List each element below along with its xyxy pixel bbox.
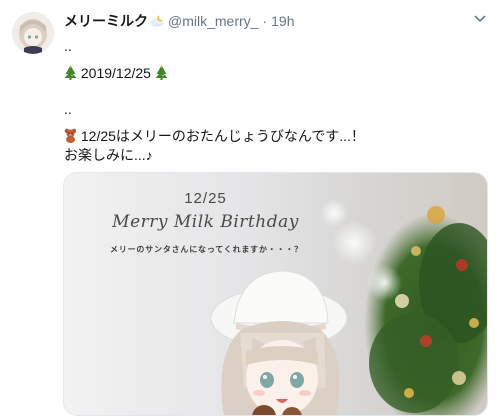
user-handle[interactable]: @milk_merry_ <box>168 13 258 29</box>
date-text: 2019/12/25 <box>80 65 151 81</box>
teddy-bear-icon <box>64 128 77 143</box>
tweet-line-5: お楽しみに...♪ <box>64 147 153 163</box>
card-date: 12/25 <box>184 190 227 207</box>
avatar[interactable] <box>12 12 54 54</box>
tweet-line-4: 12/25はメリーのおたんじょうびなんです...！ <box>64 127 365 145</box>
media-image[interactable]: 12/25 Merry Milk Birthday メリーのサンタさんになってく… <box>63 172 488 416</box>
tweet-line-3: .. <box>64 101 72 117</box>
tweet-header: メリーミルク @milk_merry_ · 19h <box>64 10 294 32</box>
card-subtitle: メリーのサンタさんになってくれますか・・・？ <box>110 245 303 254</box>
announcement-text: 12/25はメリーのおたんじょうびなんです...！ <box>80 128 365 144</box>
avatar-image <box>12 12 54 54</box>
timestamp[interactable]: 19h <box>271 13 294 29</box>
christmas-tree-icon <box>155 65 168 80</box>
separator-dot: · <box>262 13 268 29</box>
media-illustration <box>64 173 487 415</box>
christmas-tree-icon <box>64 65 77 80</box>
chevron-down-icon[interactable] <box>474 14 486 24</box>
tweet-line-2: 2019/12/25 <box>64 64 168 82</box>
tweet[interactable]: メリーミルク @milk_merry_ · 19h .. 2019/12/25 <box>0 0 500 420</box>
cloud-moon-icon <box>150 15 164 27</box>
tweet-line-1: .. <box>64 38 72 54</box>
display-name[interactable]: メリーミルク <box>64 11 148 31</box>
card-title: Merry Milk Birthday <box>112 212 299 232</box>
